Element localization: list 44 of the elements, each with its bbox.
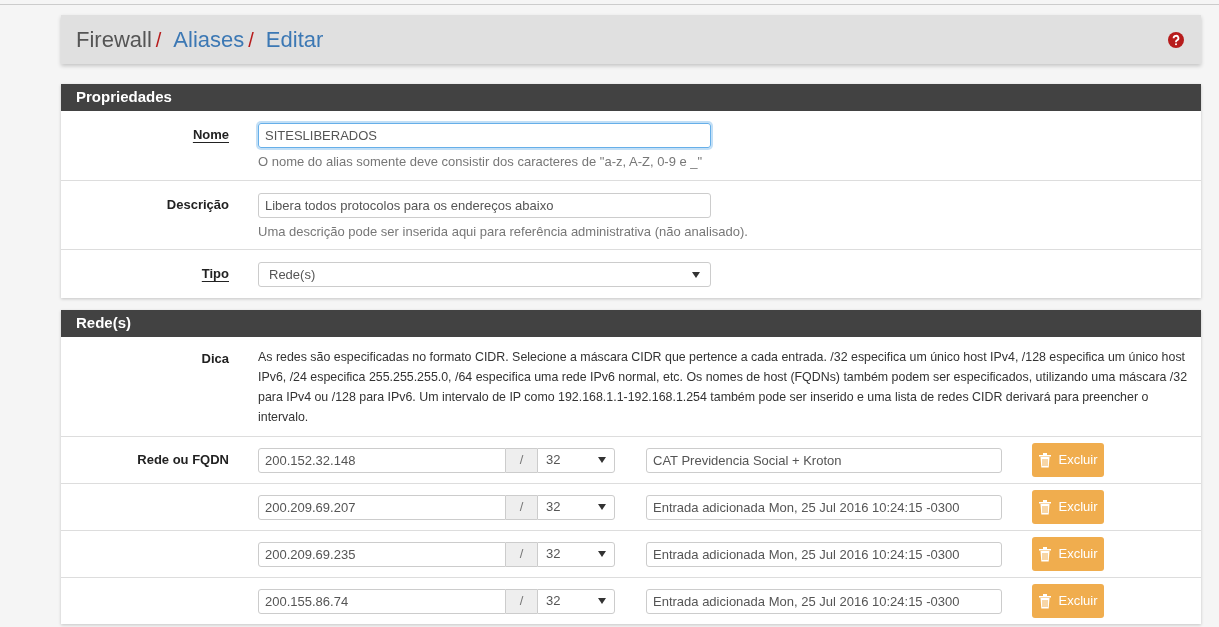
caret-icon — [692, 271, 700, 278]
separator-addon: / — [506, 447, 537, 473]
field-label: Descrição — [166, 197, 229, 212]
text-field[interactable]: SITESLIBERADOS — [258, 123, 711, 148]
trash-icon — [1038, 593, 1053, 609]
trash-icon — [1038, 499, 1053, 515]
caret-icon — [598, 598, 606, 604]
trash-icon — [1038, 546, 1053, 562]
mask-select[interactable]: 32 — [537, 541, 615, 567]
address-field[interactable]: 200.209.69.207 — [258, 494, 506, 520]
description-field[interactable]: Entrada adicionada Mon, 25 Jul 2016 10:24:15 -0300 — [646, 494, 1002, 520]
text-field[interactable]: Libera todos protocolos para os endereços abaixo — [258, 193, 711, 218]
separator-addon: / — [506, 541, 537, 567]
field-label: Rede ou FQDN — [137, 452, 229, 468]
description-field[interactable]: CAT Previdencia Social + Kroton — [646, 447, 1002, 473]
description-field[interactable]: Entrada adicionada Mon, 25 Jul 2016 10:24:15 -0300 — [646, 541, 1002, 567]
caret-icon — [598, 551, 606, 557]
panel-heading: Rede(s) — [61, 310, 1201, 337]
separator-addon: / — [506, 494, 537, 520]
breadcrumb-separator: / — [248, 27, 254, 53]
field-label: Tipo — [201, 266, 229, 281]
separator-addon: / — [506, 588, 537, 614]
help-text: Uma descrição pode ser inserida aqui para referência administrativa (não analisado). — [258, 223, 748, 241]
mask-select[interactable]: 32 — [537, 494, 615, 520]
breadcrumb-separator: / — [155, 27, 162, 53]
address-field[interactable]: 200.155.86.74 — [258, 588, 506, 614]
help-text: O nome do alias somente deve consistir dos caracteres de "a-z, A-Z, 0-9 e _" — [258, 153, 704, 171]
caret-icon — [598, 457, 606, 463]
panel-heading: Propriedades — [61, 84, 1201, 111]
breadcrumb-link[interactable]: Aliases — [173, 23, 245, 56]
field-label: Dica — [201, 351, 229, 366]
address-field[interactable]: 200.209.69.235 — [258, 541, 506, 567]
address-field[interactable]: 200.152.32.148 — [258, 447, 506, 473]
breadcrumb-link[interactable]: Editar — [265, 23, 324, 56]
hint-text: As redes são especificadas no formato CIDR. Selecione a máscara CIDR que pertence a cada entrada. /32 especifica um único host IPv4, /128 especifica um único host IPv6, /24 especifica 255.255.255.0, /64 especifica uma rede IPv6 normal, etc. Os nomes de host (FQDNs) também podem ser especificados, utilizando uma máscara /32 para IPv4 ou /128 para IPv6. Um intervalo de IP como 192.168.1.1-192.168.1.254 também pode ser inserido e uma lista de redes CIDR derivará para preencher o intervalo. — [258, 349, 1189, 426]
select-field[interactable]: Rede(s) — [258, 262, 711, 287]
breadcrumb-text: Firewall — [76, 26, 152, 54]
description-field[interactable]: Entrada adicionada Mon, 25 Jul 2016 10:24:15 -0300 — [646, 588, 1002, 614]
mask-select[interactable]: 32 — [537, 588, 615, 614]
caret-icon — [598, 504, 606, 510]
field-label: Nome — [192, 127, 229, 142]
trash-icon — [1038, 452, 1053, 468]
mask-select[interactable]: 32 — [537, 447, 615, 473]
help-icon[interactable] — [1168, 31, 1184, 48]
